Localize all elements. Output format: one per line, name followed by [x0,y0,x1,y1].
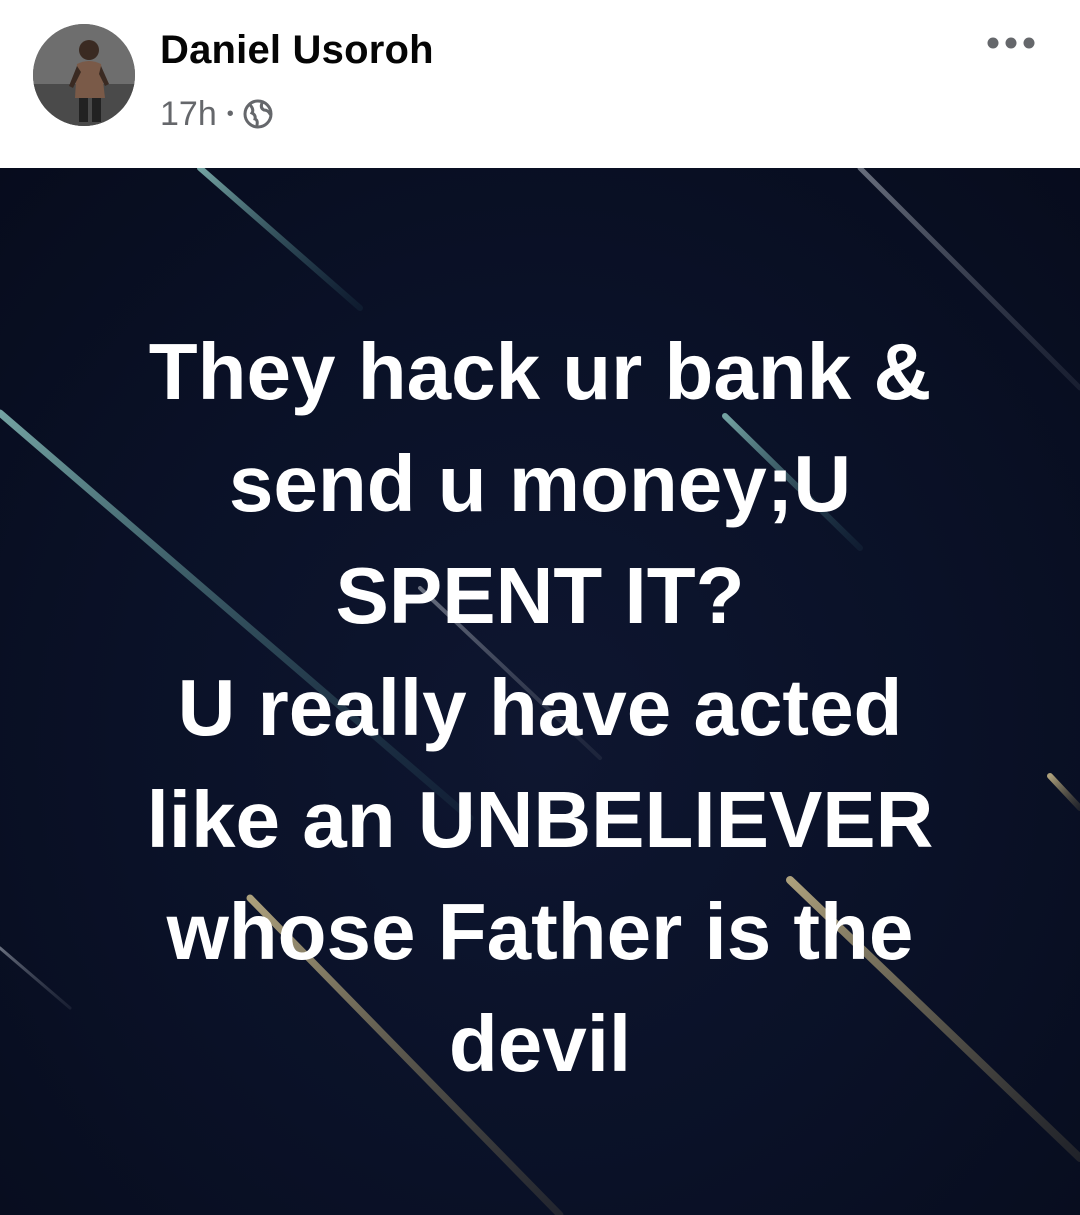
post-timestamp[interactable]: 17h [160,95,217,134]
more-options-icon [987,37,1035,49]
more-options-button[interactable] [976,18,1046,68]
meta-separator: • [226,103,234,125]
post-text-line: send u money;U [228,439,852,528]
post-image[interactable]: They hack ur bank & send u money;U SPENT… [0,168,1080,1215]
post-text: They hack ur bank & send u money;U SPENT… [40,316,1040,1100]
post-header: Daniel Usoroh 17h • [0,0,1080,168]
author-avatar[interactable] [33,24,135,126]
post-text-line: U really have acted [177,663,903,752]
post-text-line: devil [448,999,632,1088]
post-text-line: like an UNBELIEVER [146,775,934,864]
avatar-photo [33,24,135,126]
author-name[interactable]: Daniel Usoroh [160,28,434,73]
globe-icon [242,98,274,130]
post-text-line: SPENT IT? [335,551,745,640]
facebook-post: Daniel Usoroh 17h • They hack ur bank & … [0,0,1080,1215]
post-text-line: whose Father is the [166,887,914,976]
post-text-line: They hack ur bank & [148,327,932,416]
post-meta: 17h • [160,92,274,136]
